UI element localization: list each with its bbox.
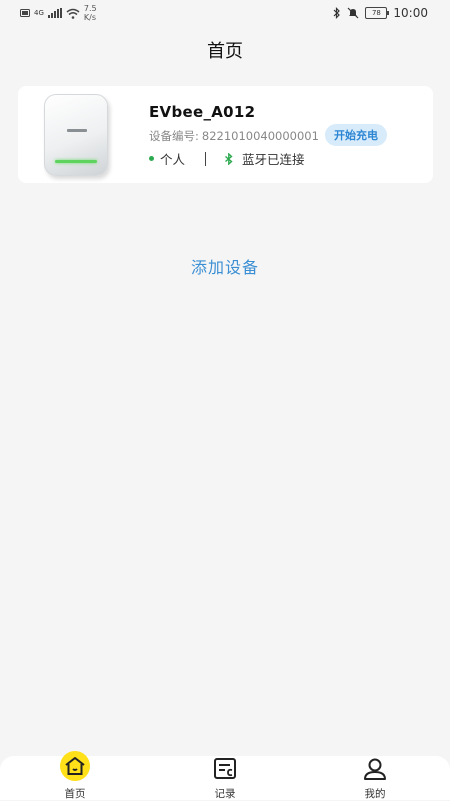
tab-profile-label: 我的 xyxy=(364,788,386,800)
signal-icon xyxy=(47,8,62,18)
status-bar-right: 78 10:00 xyxy=(333,6,428,20)
tab-records-label: 记录 xyxy=(214,788,236,800)
device-serial: 设备编号: 8221010040000001 xyxy=(149,128,319,144)
bluetooth-status-icon xyxy=(333,7,341,19)
meta-divider xyxy=(205,151,207,166)
device-image xyxy=(44,94,108,176)
status-bar: 4G 7.5 K/s 78 10:00 xyxy=(0,0,450,28)
device-status-light xyxy=(55,160,97,163)
start-charging-button[interactable]: 开始充电 xyxy=(325,124,387,146)
status-time: 10:00 xyxy=(393,6,428,20)
bluetooth-icon xyxy=(225,152,233,165)
device-owner-type: 个人 xyxy=(160,152,186,167)
wifi-icon xyxy=(66,8,80,19)
records-icon xyxy=(209,756,241,786)
bottom-tab-bar: 首页 记录 我的 xyxy=(0,751,450,801)
network-speed: 7.5 K/s xyxy=(84,4,97,22)
tab-profile[interactable]: 我的 xyxy=(345,756,405,801)
page-header: 首页 xyxy=(0,28,450,72)
tab-home[interactable]: 首页 xyxy=(45,751,105,801)
tab-records[interactable]: 记录 xyxy=(195,756,255,801)
bluetooth-status: 蓝牙已连接 xyxy=(242,152,305,167)
device-name: EVbee_A012 xyxy=(149,103,256,121)
network-type-label: 4G xyxy=(34,9,44,17)
profile-icon xyxy=(359,756,391,786)
device-meta: 个人 蓝牙已连接 xyxy=(149,149,305,168)
device-serial-label: 设备编号: xyxy=(149,129,199,143)
sim-icon xyxy=(20,9,30,17)
network-speed-unit: K/s xyxy=(83,13,96,22)
mute-bell-icon xyxy=(347,7,359,19)
online-status-dot xyxy=(149,156,154,161)
device-serial-value: 8221010040000001 xyxy=(201,129,319,143)
tab-home-label: 首页 xyxy=(64,788,86,800)
device-card[interactable]: EVbee_A012 设备编号: 8221010040000001 开始充电 个人… xyxy=(18,86,433,183)
network-speed-value: 7.5 xyxy=(83,4,97,13)
home-icon xyxy=(59,751,91,786)
page-title: 首页 xyxy=(207,41,243,62)
status-bar-left: 4G 7.5 K/s xyxy=(20,4,97,22)
battery-indicator: 78 xyxy=(365,7,390,19)
add-device-link[interactable]: 添加设备 xyxy=(0,254,450,278)
device-logo-mark xyxy=(67,129,87,132)
